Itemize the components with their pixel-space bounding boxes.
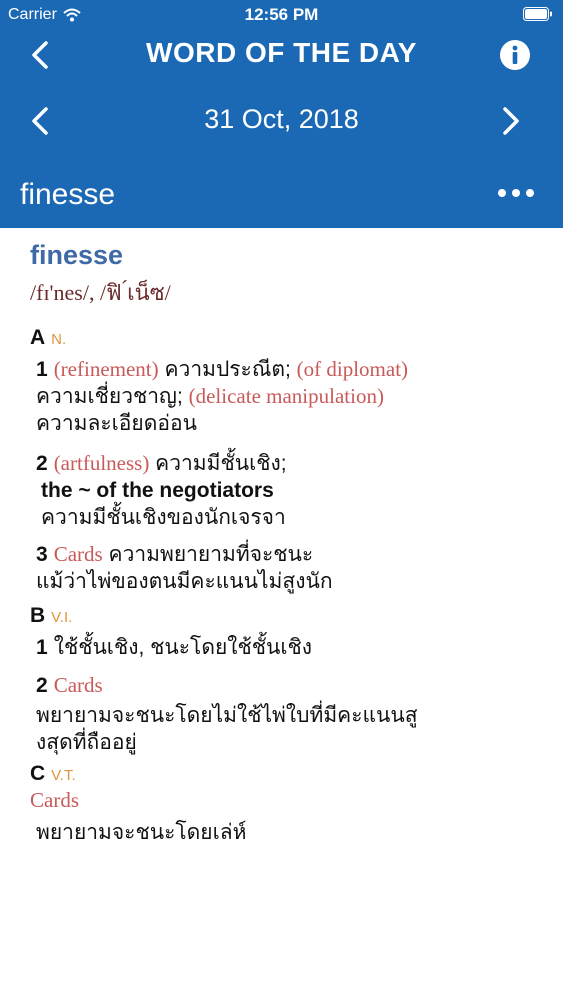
battery-icon <box>523 7 552 21</box>
example-translation: ความมีชั้นเชิงของนักเจรจา <box>41 504 286 531</box>
part-of-speech: V.T. <box>51 767 76 784</box>
date-navigator: 31 Oct, 2018 <box>0 96 563 148</box>
translation: พยายามจะชนะโดยไม่ใช้ไพ่ใบที่มีคะแนนสู <box>36 704 418 727</box>
translation: ความพยายามที่จะชนะ <box>102 543 314 566</box>
section-b-header: B V.I. <box>30 602 72 631</box>
sense-a2-line1: 2 (artfulness) ความมีชั้นเชิง; <box>36 450 287 477</box>
section-letter: B <box>30 604 46 627</box>
section-c-header: C V.T. <box>30 760 76 789</box>
gloss: (of diplomat) <box>296 357 409 381</box>
sense-a1-line2: ความเชี่ยวชาญ; (delicate manipulation) <box>36 383 384 410</box>
headword: finesse <box>30 240 124 270</box>
sense-number: 2 <box>36 674 48 697</box>
example-phrase-text: the ~ of the negotiators <box>41 479 274 502</box>
sense-b2-line3: งสุดที่ถืออยู่ <box>36 729 137 756</box>
sense-number: 1 <box>36 358 48 381</box>
gloss: (artfulness) <box>53 451 150 475</box>
sense-a3-line1: 3 Cards ความพยายามที่จะชนะ <box>36 541 313 568</box>
pronunciation: /fɪ'nes/, /ฟิ ́เน็ซ/ <box>30 280 171 305</box>
sense-b2-line2: พยายามจะชนะโดยไม่ใช้ไพ่ใบที่มีคะแนนสู <box>36 702 418 729</box>
translation: ความเชี่ยวชาญ; <box>36 385 189 408</box>
sense-a1-line1: 1 (refinement) ความประณีต; (of diplomat) <box>36 356 408 383</box>
sense-a3-line2: แม้ว่าไพ่ของตนมีคะแนนไม่สูงนัก <box>36 568 333 595</box>
header-bar: Carrier 12:56 PM WORD OF THE DAY 31 Oct,… <box>0 0 563 228</box>
info-icon[interactable] <box>499 39 531 71</box>
sense-c1-line1: Cards <box>30 787 79 814</box>
gloss: Cards <box>53 542 103 566</box>
section-letter: C <box>30 762 46 785</box>
translation: พยายามจะชนะโดยเล่ห์ <box>36 821 247 844</box>
sense-c1-line2: พยายามจะชนะโดยเล่ห์ <box>36 819 246 846</box>
translation: งสุดที่ถืออยู่ <box>36 731 137 754</box>
word-bar-title: finesse <box>20 178 116 211</box>
translation: ความละเอียดอ่อน <box>36 412 197 435</box>
part-of-speech: N. <box>51 331 67 348</box>
page-title: WORD OF THE DAY <box>146 37 417 68</box>
more-options-icon[interactable] <box>497 188 535 198</box>
status-bar: Carrier 12:56 PM <box>0 0 563 30</box>
gloss: Cards <box>30 788 79 812</box>
example-phrase: the ~ of the negotiators <box>41 477 274 504</box>
translation: ใช้ชั้นเชิง, ชนะโดยใช้ชั้นเชิง <box>53 636 313 659</box>
nav-bar: WORD OF THE DAY <box>0 30 563 80</box>
translation: ความมีชั้นเชิง; <box>149 452 287 475</box>
word-bar: finesse <box>0 168 563 226</box>
section-letter: A <box>30 326 46 349</box>
gloss: Cards <box>53 673 103 697</box>
current-date: 31 Oct, 2018 <box>204 104 359 134</box>
translation: ความประณีต; <box>158 358 297 381</box>
gloss: (delicate manipulation) <box>188 384 384 408</box>
sense-number: 1 <box>36 636 48 659</box>
next-date-chevron-icon[interactable] <box>499 106 523 136</box>
sense-b1-line1: 1 ใช้ชั้นเชิง, ชนะโดยใช้ชั้นเชิง <box>36 634 312 661</box>
status-time: 12:56 PM <box>244 5 319 24</box>
sense-number: 3 <box>36 543 48 566</box>
sense-number: 2 <box>36 452 48 475</box>
part-of-speech: V.I. <box>51 609 73 626</box>
sense-a1-line3: ความละเอียดอ่อน <box>36 410 197 437</box>
translation: แม้ว่าไพ่ของตนมีคะแนนไม่สูงนัก <box>36 570 333 593</box>
gloss: (refinement) <box>53 357 159 381</box>
sense-b2-line1: 2 Cards <box>36 672 103 699</box>
section-a-header: A N. <box>30 324 66 353</box>
translation: ความมีชั้นเชิงของนักเจรจา <box>41 506 286 529</box>
